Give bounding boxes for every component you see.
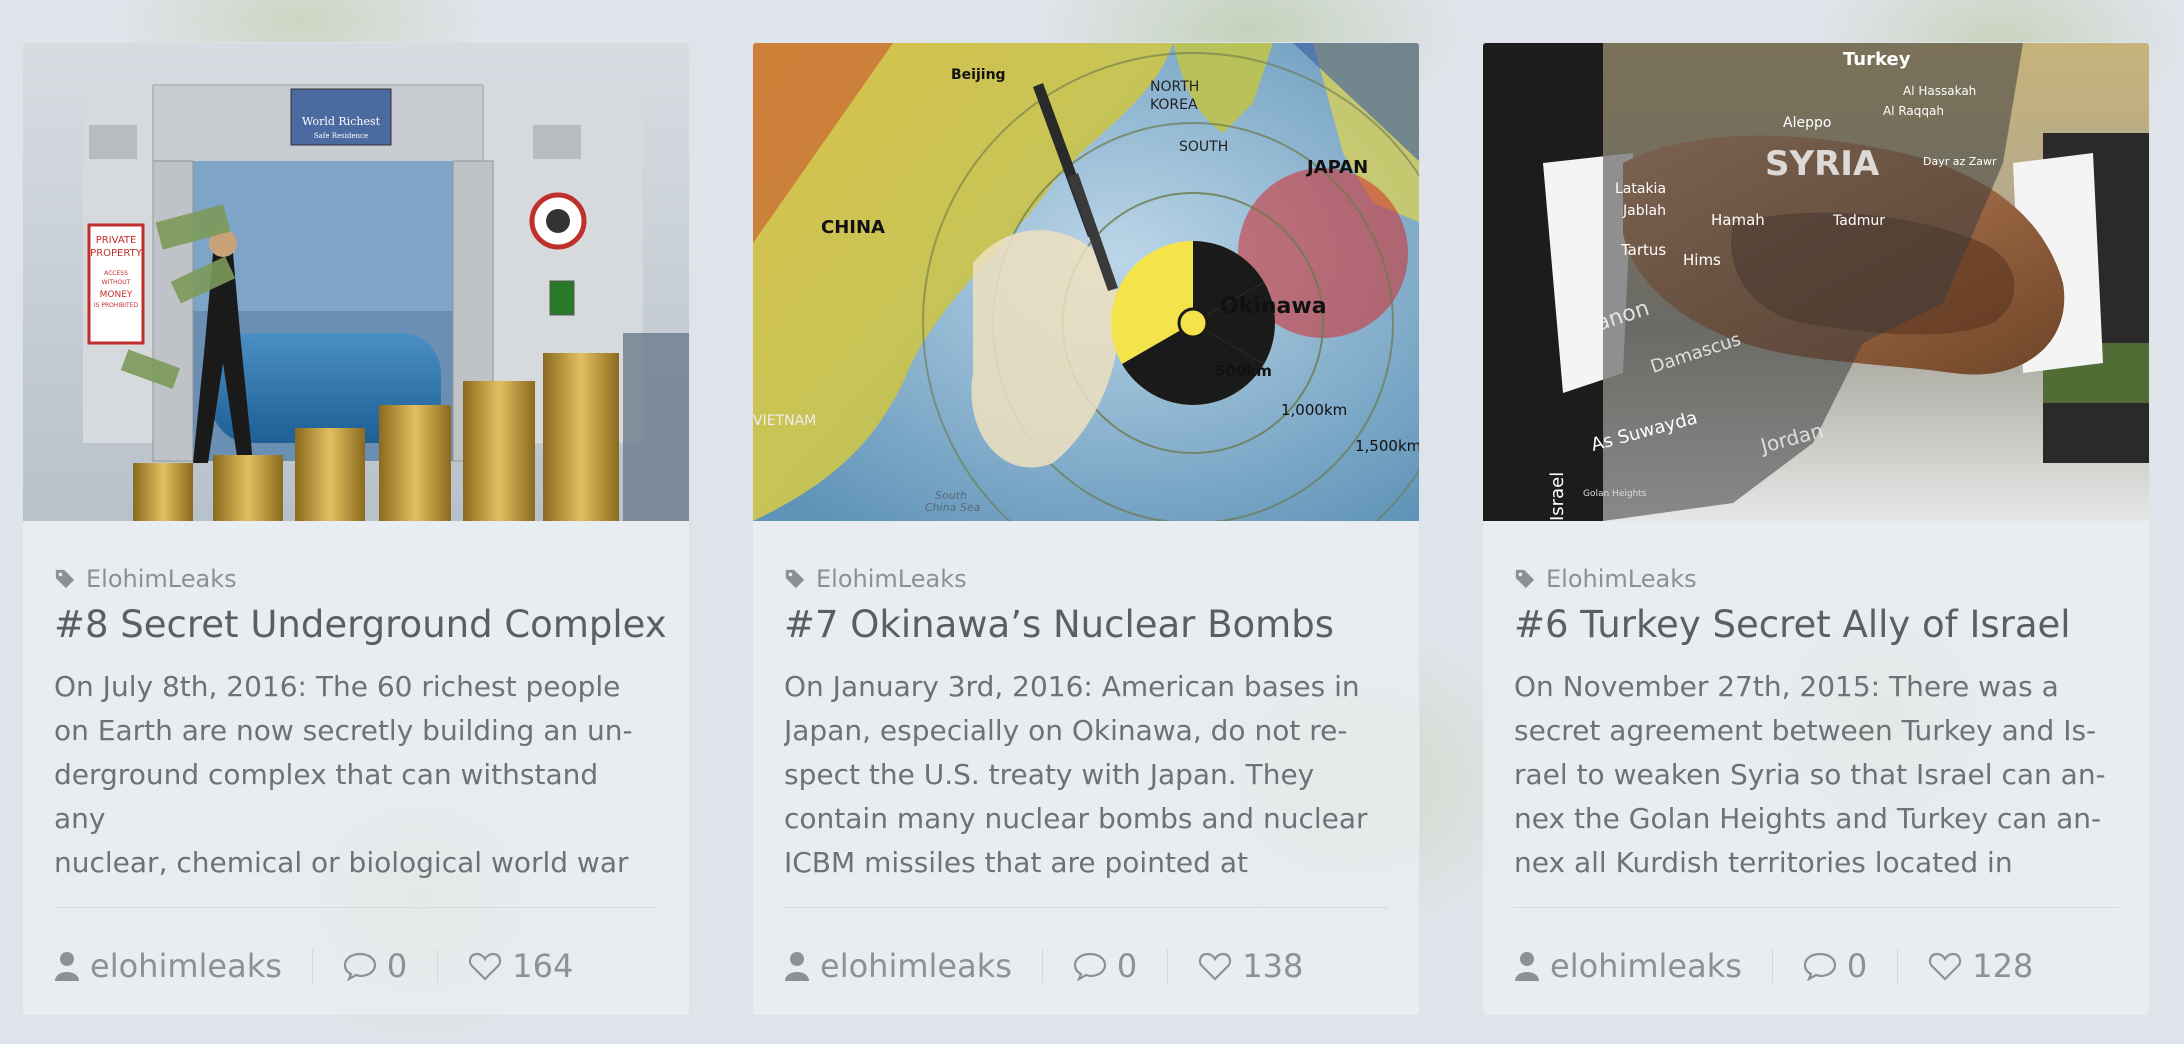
like-button[interactable]: 164	[468, 947, 573, 985]
tag-icon	[785, 569, 805, 589]
map-label-syria: SYRIA	[1765, 144, 1880, 184]
post-card: Beijing NORTH KOREA SOUTH JAPAN CHINA Ok…	[752, 42, 1420, 1016]
comment-count: 0	[1846, 947, 1868, 986]
map-label-okinawa: Okinawa	[1220, 294, 1327, 319]
post-excerpt: On November 27th, 2015: There was a secr…	[1514, 670, 2106, 880]
category-label: ElohimLeaks	[86, 565, 237, 593]
author-name: elohimleaks	[1550, 947, 1742, 986]
post-category[interactable]: ElohimLeaks	[54, 565, 658, 593]
comment-count: 0	[386, 947, 408, 986]
post-excerpt: On July 8th, 2016: The 60 richest people…	[54, 670, 633, 880]
map-label-scs-2: China Sea	[925, 501, 981, 514]
meta-separator	[311, 949, 313, 984]
like-count: 128	[1972, 947, 2034, 986]
category-label: ElohimLeaks	[1546, 565, 1697, 593]
post-title[interactable]: #8 Secret Underground Complex	[54, 603, 667, 647]
heart-icon	[469, 953, 502, 981]
author-link[interactable]: elohimleaks	[784, 947, 1012, 985]
post-grid: World Richest Safe Residence PRIVATE PRO…	[22, 42, 2150, 1016]
post-meta: elohimleaks 0 138	[784, 908, 1388, 1015]
warning-text-5: MONEY	[100, 290, 133, 300]
map-label-beijing: Beijing	[951, 67, 1006, 83]
warning-text-2: PROPERTY	[90, 248, 143, 259]
author-name: elohimleaks	[820, 947, 1012, 986]
map-label-israel: Israel	[1547, 472, 1568, 521]
sign-text: World Richest	[302, 115, 381, 128]
map-label-tartus: Tartus	[1620, 241, 1666, 259]
post-thumbnail-image[interactable]: Beijing NORTH KOREA SOUTH JAPAN CHINA Ok…	[753, 43, 1420, 521]
like-button[interactable]: 128	[1928, 947, 2033, 985]
post-meta: elohimleaks 0 164	[54, 908, 658, 1015]
warning-text-4: WITHOUT	[102, 279, 131, 286]
user-icon	[1515, 952, 1539, 982]
user-icon	[785, 952, 809, 982]
map-label-alhassakah: Al Hassakah	[1903, 84, 1976, 98]
comment-icon	[1073, 953, 1106, 982]
meta-separator	[437, 949, 439, 984]
author-link[interactable]: elohimleaks	[54, 947, 282, 985]
meta-separator	[1897, 949, 1899, 984]
map-label-500km: 500km	[1215, 362, 1272, 380]
post-category[interactable]: ElohimLeaks	[1514, 565, 2118, 593]
post-title[interactable]: #7 Okinawa’s Nuclear Bombs	[784, 603, 1388, 647]
map-label-golan: Golan Heights	[1583, 489, 1647, 499]
post-card: Turkey SYRIA Aleppo Al Hassakah Al Raqqa…	[1482, 42, 2150, 1016]
like-count: 138	[1242, 947, 1304, 986]
post-title[interactable]: #6 Turkey Secret Ally of Israel	[1514, 603, 2118, 647]
map-label-aleppo: Aleppo	[1783, 115, 1831, 131]
post-thumbnail-image[interactable]: Turkey SYRIA Aleppo Al Hassakah Al Raqqa…	[1483, 43, 2149, 521]
map-label-north-korea-1: NORTH	[1150, 79, 1199, 95]
map-label-1500km: 1,500km	[1355, 437, 1420, 455]
post-meta: elohimleaks 0 128	[1514, 908, 2118, 1015]
map-label-hamah: Hamah	[1711, 211, 1765, 229]
warning-text-1: PRIVATE	[96, 235, 137, 246]
warning-text-6: IS PROHIBITED	[94, 302, 139, 309]
category-label: ElohimLeaks	[816, 565, 967, 593]
comments-link[interactable]: 0	[1073, 947, 1137, 985]
warning-text-3: ACCESS	[104, 270, 128, 277]
map-label-tadmur: Tadmur	[1832, 213, 1885, 229]
map-label-alraqqah: Al Raqqah	[1883, 104, 1944, 118]
comments-link[interactable]: 0	[343, 947, 407, 985]
author-name: elohimleaks	[90, 947, 282, 986]
map-label-vietnam: VIETNAM	[753, 413, 816, 429]
heart-icon	[1199, 953, 1232, 981]
comments-link[interactable]: 0	[1803, 947, 1867, 985]
map-label-latakia: Latakia	[1615, 181, 1666, 197]
sign-subtext: Safe Residence	[314, 132, 368, 140]
map-label-china: CHINA	[821, 217, 885, 238]
comment-icon	[343, 953, 376, 982]
user-icon	[55, 952, 79, 982]
post-thumbnail-image[interactable]: World Richest Safe Residence PRIVATE PRO…	[23, 43, 689, 521]
meta-separator	[1167, 949, 1169, 984]
map-label-north-korea-2: KOREA	[1150, 97, 1198, 113]
map-label-south: SOUTH	[1179, 139, 1228, 155]
map-label-dayraz: Dayr az Zawr	[1923, 155, 1997, 168]
map-label-turkey: Turkey	[1843, 49, 1911, 70]
meta-separator	[1041, 949, 1043, 984]
map-label-hims: Hims	[1683, 251, 1721, 269]
like-button[interactable]: 138	[1198, 947, 1303, 985]
comment-icon	[1803, 953, 1836, 982]
post-card: World Richest Safe Residence PRIVATE PRO…	[22, 42, 690, 1016]
author-link[interactable]: elohimleaks	[1514, 947, 1742, 985]
post-excerpt: On January 3rd, 2016: American bases in …	[784, 670, 1368, 880]
post-category[interactable]: ElohimLeaks	[784, 565, 1388, 593]
heart-icon	[1929, 953, 1962, 981]
meta-separator	[1771, 949, 1773, 984]
comment-count: 0	[1116, 947, 1138, 986]
map-label-jablah: Jablah	[1622, 203, 1666, 219]
tag-icon	[1515, 569, 1535, 589]
tag-icon	[55, 569, 75, 589]
like-count: 164	[512, 947, 574, 986]
map-label-1000km: 1,000km	[1281, 401, 1347, 419]
map-label-japan: JAPAN	[1305, 157, 1368, 178]
